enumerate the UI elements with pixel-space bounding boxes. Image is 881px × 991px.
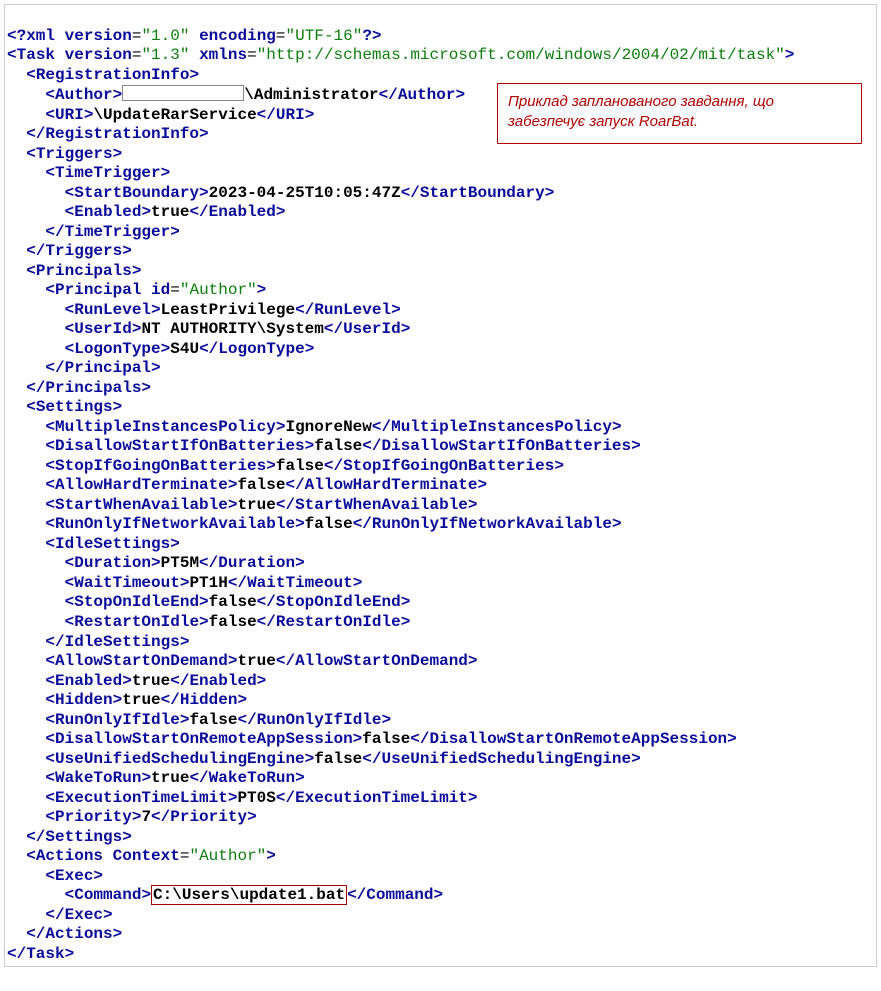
principal-id-attr: id bbox=[151, 281, 170, 299]
roina-open: RunOnlyIfNetworkAvailable bbox=[55, 515, 295, 533]
author-open: Author bbox=[55, 86, 113, 104]
command-val-box: C:\Users\update1.bat bbox=[151, 885, 347, 905]
actions-context-val: "Author" bbox=[189, 847, 266, 865]
author-val: \Administrator bbox=[244, 86, 378, 104]
priority-open: Priority bbox=[55, 808, 132, 826]
waittimeout-val: PT1H bbox=[189, 574, 227, 592]
etl-open: ExecutionTimeLimit bbox=[55, 789, 228, 807]
sigob-open: StopIfGoingOnBatteries bbox=[55, 457, 266, 475]
command-open: Command bbox=[74, 886, 141, 904]
exec-open: Exec bbox=[55, 867, 93, 885]
xml-decl-version-attr: version bbox=[65, 27, 132, 45]
annotation-line2: забезпечує запуск RoarBat. bbox=[508, 113, 698, 130]
mip-val: IgnoreNew bbox=[285, 418, 371, 436]
task-open: Task bbox=[17, 46, 55, 64]
xml-decl-version-val: "1.0" bbox=[141, 27, 189, 45]
annotation-line1: Приклад запланованого завдання, що bbox=[508, 93, 774, 110]
userid-open: UserId bbox=[74, 320, 132, 338]
hidden-open: Hidden bbox=[55, 691, 113, 709]
etl-val: PT0S bbox=[237, 789, 275, 807]
dsiob-open: DisallowStartIfOnBatteries bbox=[55, 437, 305, 455]
roii-open: RunOnlyIfIdle bbox=[55, 711, 180, 729]
uuse-open: UseUnifiedSchedulingEngine bbox=[55, 750, 305, 768]
settings-open: Settings bbox=[36, 398, 113, 416]
xml-decl-close: ?> bbox=[362, 27, 381, 45]
task-close: Task bbox=[26, 945, 64, 963]
author-redacted-box bbox=[122, 85, 244, 101]
logontype-open: LogonType bbox=[74, 340, 160, 358]
principals-open: Principals bbox=[36, 262, 132, 280]
waittimeout-open: WaitTimeout bbox=[74, 574, 180, 592]
wtr-open: WakeToRun bbox=[55, 769, 141, 787]
task-xmlns-attr: xmlns bbox=[199, 46, 247, 64]
task-version-attr: version bbox=[65, 46, 132, 64]
startboundary-open: StartBoundary bbox=[74, 184, 199, 202]
xml-decl-encoding-attr: encoding bbox=[199, 27, 276, 45]
reginfo-open: RegistrationInfo bbox=[36, 66, 190, 84]
actions-open: Actions bbox=[36, 847, 103, 865]
duration-open: Duration bbox=[74, 554, 151, 572]
task-xmlns-val: "http://schemas.microsoft.com/windows/20… bbox=[257, 46, 785, 64]
triggers-open: Triggers bbox=[36, 145, 113, 163]
enabled-settings-open: Enabled bbox=[55, 672, 122, 690]
runlevel-val: LeastPrivilege bbox=[161, 301, 295, 319]
xml-code-view: Приклад запланованого завдання, що забезп… bbox=[4, 4, 877, 967]
principal-id-val: "Author" bbox=[180, 281, 257, 299]
xml-decl-open: <?xml bbox=[7, 27, 55, 45]
uri-open: URI bbox=[55, 106, 84, 124]
actions-context-attr: Context bbox=[113, 847, 180, 865]
soie-open: StopOnIdleEnd bbox=[74, 593, 199, 611]
idlesettings-open: IdleSettings bbox=[55, 535, 170, 553]
roi-open: RestartOnIdle bbox=[74, 613, 199, 631]
uri-val: \UpdateRarService bbox=[93, 106, 256, 124]
principal-open: Principal bbox=[55, 281, 141, 299]
enabled-trigger-open: Enabled bbox=[74, 203, 141, 221]
timetrigger-open: TimeTrigger bbox=[55, 164, 161, 182]
startboundary-val: 2023-04-25T10:05:47Z bbox=[209, 184, 401, 202]
aht-open: AllowHardTerminate bbox=[55, 476, 228, 494]
enabled-trigger-val: true bbox=[151, 203, 189, 221]
userid-val: NT AUTHORITY\System bbox=[141, 320, 323, 338]
annotation-box: Приклад запланованого завдання, що забезп… bbox=[497, 83, 862, 144]
task-version-val: "1.3" bbox=[141, 46, 189, 64]
priority-val: 7 bbox=[141, 808, 151, 826]
swa-open: StartWhenAvailable bbox=[55, 496, 228, 514]
logontype-val: S4U bbox=[170, 340, 199, 358]
runlevel-open: RunLevel bbox=[74, 301, 151, 319]
duration-val: PT5M bbox=[161, 554, 199, 572]
reginfo-close: RegistrationInfo bbox=[45, 125, 199, 143]
mip-open: MultipleInstancesPolicy bbox=[55, 418, 276, 436]
asod-open: AllowStartOnDemand bbox=[55, 652, 228, 670]
xml-decl-encoding-val: "UTF-16" bbox=[286, 27, 363, 45]
dsoras-open: DisallowStartOnRemoteAppSession bbox=[55, 730, 353, 748]
